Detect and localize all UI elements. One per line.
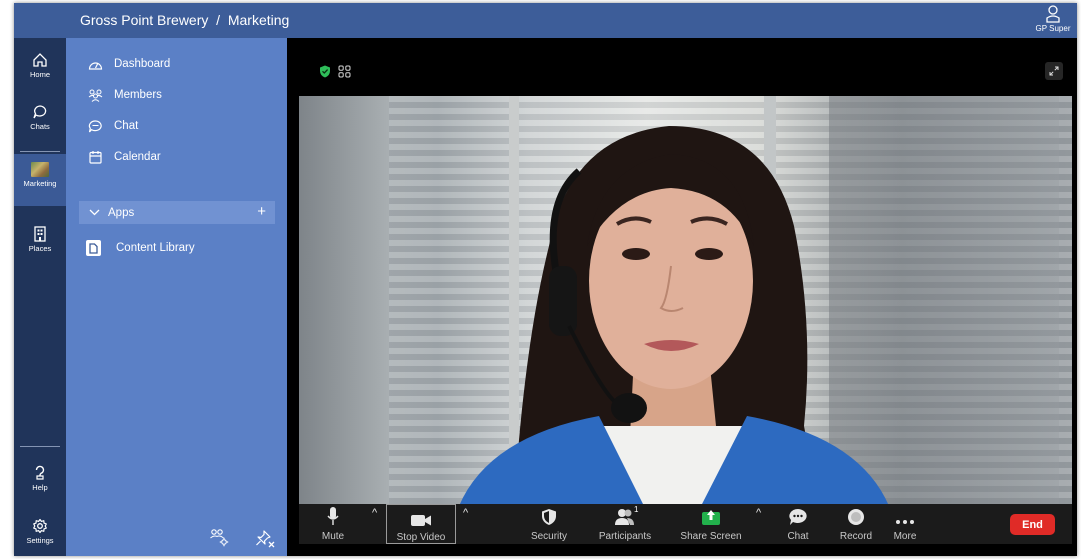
- record-label: Record: [839, 531, 873, 542]
- sidebar-item-label: Dashboard: [114, 58, 171, 70]
- mute-button[interactable]: Mute: [311, 504, 355, 544]
- members-icon: [88, 89, 103, 102]
- security-button[interactable]: Security: [523, 504, 575, 544]
- sidebar-item-dashboard[interactable]: Dashboard: [88, 54, 170, 74]
- participants-button[interactable]: 1 Participants: [591, 504, 659, 544]
- chat-button[interactable]: Chat: [777, 504, 819, 544]
- mute-label: Mute: [321, 531, 345, 542]
- user-menu[interactable]: GP Super: [1033, 3, 1073, 38]
- video-options-caret[interactable]: ^: [463, 507, 468, 519]
- share-screen-button[interactable]: Share Screen: [679, 504, 743, 544]
- chat-icon: [789, 509, 807, 525]
- share-screen-icon: [702, 510, 720, 525]
- chat-bubble-icon: [33, 105, 47, 119]
- rail-item-marketing[interactable]: Marketing: [14, 154, 66, 206]
- rail-label-help: Help: [32, 483, 48, 492]
- participants-count: 1: [634, 505, 639, 514]
- meeting-area: Mute ^ Stop Video ^ Security 1 Participa…: [287, 38, 1077, 556]
- document-icon: [86, 240, 101, 256]
- chat-label: Chat: [787, 531, 809, 542]
- apps-section-header[interactable]: Apps +: [79, 201, 275, 224]
- gear-icon: [33, 518, 47, 534]
- fullscreen-button[interactable]: [1045, 62, 1063, 80]
- team-thumbnail-icon: [31, 162, 49, 177]
- participants-label: Participants: [598, 531, 652, 542]
- sidebar-item-members[interactable]: Members: [88, 85, 162, 105]
- manage-members-icon: [210, 529, 229, 547]
- breadcrumb-org[interactable]: Gross Point Brewery: [80, 12, 208, 28]
- gallery-view-icon[interactable]: [338, 65, 351, 83]
- manage-members-button[interactable]: [209, 528, 231, 550]
- app-item-content-library[interactable]: Content Library: [86, 238, 195, 258]
- audio-options-caret[interactable]: ^: [372, 507, 377, 519]
- rail-item-settings[interactable]: Settings: [14, 518, 66, 556]
- unpin-button[interactable]: [255, 528, 277, 550]
- unpin-icon: [256, 530, 275, 548]
- rail-item-help[interactable]: Help: [14, 464, 66, 508]
- shield-icon: [542, 509, 556, 525]
- rail-item-places[interactable]: Places: [14, 226, 66, 270]
- sidebar-item-label: Members: [114, 89, 162, 101]
- record-button[interactable]: Record: [834, 504, 878, 544]
- more-button[interactable]: More: [885, 504, 925, 544]
- rail-label-chats: Chats: [30, 122, 50, 131]
- chat-icon: [88, 119, 102, 132]
- rail-divider: [20, 151, 60, 152]
- encryption-shield-icon[interactable]: [319, 65, 331, 83]
- help-icon: [35, 465, 45, 480]
- record-icon: [848, 509, 864, 525]
- rail-label-home: Home: [29, 70, 50, 79]
- rail-item-home[interactable]: Home: [14, 52, 66, 96]
- user-icon: [1046, 5, 1060, 23]
- chevron-down-icon: [89, 209, 100, 216]
- more-label: More: [893, 531, 917, 542]
- rail-divider-bottom: [20, 446, 60, 447]
- breadcrumb-section[interactable]: Marketing: [228, 12, 289, 28]
- participants-icon: [615, 509, 634, 525]
- app-window: Gross Point Brewery / Marketing GP Super…: [14, 3, 1077, 556]
- rail-label-marketing: Marketing: [23, 179, 57, 188]
- more-dots-icon: [896, 520, 914, 524]
- home-icon: [33, 53, 47, 67]
- user-name: GP Super: [1035, 24, 1071, 33]
- microphone-icon: [327, 507, 339, 525]
- building-icon: [34, 226, 46, 242]
- rail-item-chats[interactable]: Chats: [14, 104, 66, 148]
- add-app-button[interactable]: +: [257, 203, 266, 220]
- team-sidebar: Dashboard Members Chat Calendar Apps + C…: [66, 38, 287, 556]
- expand-icon: [1049, 66, 1059, 76]
- video-feed: [299, 96, 1072, 506]
- meeting-toolbar: Mute ^ Stop Video ^ Security 1 Participa…: [299, 504, 1072, 544]
- app-rail: Home Chats Marketing Places Help Setting…: [14, 38, 66, 556]
- rail-label-settings: Settings: [26, 536, 54, 545]
- dashboard-icon: [88, 61, 103, 70]
- breadcrumb: Gross Point Brewery / Marketing: [80, 12, 289, 28]
- sidebar-item-chat[interactable]: Chat: [88, 116, 138, 136]
- sidebar-item-label: Calendar: [114, 151, 161, 163]
- share-screen-label: Share Screen: [680, 531, 742, 542]
- top-bar: Gross Point Brewery / Marketing GP Super: [14, 3, 1077, 38]
- sidebar-item-calendar[interactable]: Calendar: [88, 147, 161, 167]
- app-item-label: Content Library: [116, 242, 195, 254]
- video-camera-icon: [411, 515, 431, 526]
- participant-video-image: [459, 126, 889, 506]
- security-label: Security: [530, 531, 568, 542]
- calendar-icon: [89, 151, 102, 164]
- stop-video-button[interactable]: Stop Video: [386, 504, 456, 544]
- apps-label: Apps: [108, 206, 135, 219]
- share-options-caret[interactable]: ^: [756, 507, 761, 519]
- rail-label-places: Places: [28, 244, 52, 253]
- sidebar-item-label: Chat: [114, 120, 139, 132]
- end-meeting-button[interactable]: End: [1010, 514, 1055, 535]
- stop-video-label: Stop Video: [396, 532, 446, 543]
